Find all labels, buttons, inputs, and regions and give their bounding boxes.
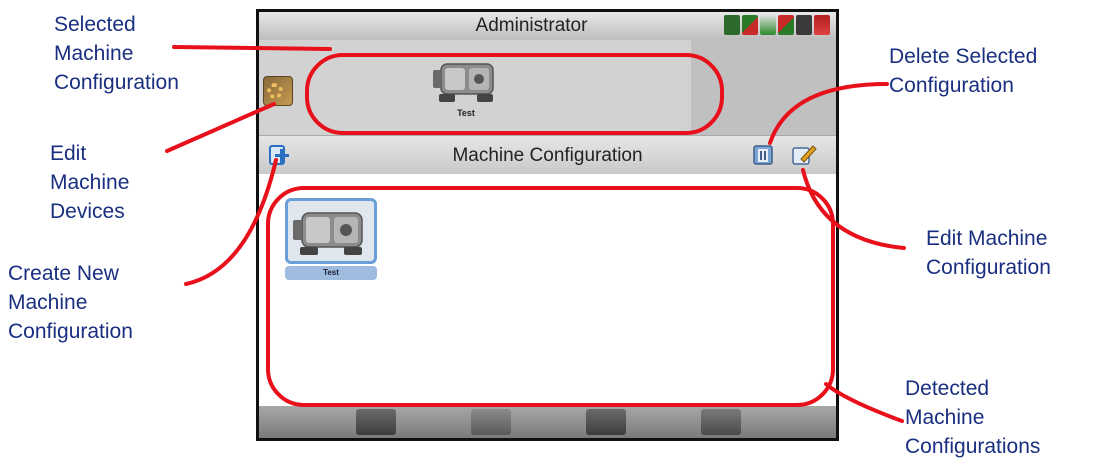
edit-config-button[interactable] (791, 143, 817, 167)
callout-selected-config: Selected Machine Configuration (54, 13, 179, 94)
record-icon (796, 15, 812, 35)
edit-machine-devices-button[interactable] (263, 76, 293, 106)
delete-icon (753, 145, 773, 165)
create-new-config-button[interactable] (267, 143, 291, 167)
callout-delete-selected: Delete Selected Configuration (889, 45, 1038, 97)
config-panel-title: Machine Configuration (452, 145, 643, 166)
ut-icon[interactable] (356, 409, 396, 435)
config-item[interactable]: Test (285, 198, 377, 280)
page-title: Administrator (475, 15, 588, 36)
edit-icon (792, 145, 817, 165)
callout-edit-devices: Edit Machine Devices (50, 142, 130, 223)
selected-machine[interactable]: Test (431, 54, 501, 120)
machine-icon (433, 63, 494, 102)
machine-icon (778, 15, 794, 35)
config-item-tile (285, 198, 377, 264)
callout-detected: Detected Machine Configurations (905, 377, 1041, 458)
signal-icon (742, 15, 758, 35)
delete-config-button[interactable] (751, 143, 775, 167)
selected-panel-blank (691, 40, 836, 135)
camera-icon[interactable] (586, 409, 626, 435)
audio-icon[interactable] (701, 409, 741, 435)
machine-icon (293, 212, 363, 255)
alarm-icon (814, 15, 830, 35)
display-screen: Administrator Test Machine Configuration… (256, 9, 839, 441)
field-icon[interactable] (471, 409, 511, 435)
machine-config-header: Machine Configuration (259, 135, 836, 175)
gear-icon (267, 83, 283, 99)
title-bar: Administrator (259, 12, 836, 40)
selected-machine-label: Test (457, 108, 475, 118)
callout-edit-config: Edit Machine Configuration (926, 227, 1051, 279)
add-icon (269, 145, 289, 165)
bottom-tab-bar (259, 406, 836, 438)
gps-status-icon (724, 15, 740, 35)
callout-create-new: Create New Machine Configuration (8, 262, 133, 343)
config-item-label: Test (285, 266, 377, 280)
detected-configurations-list: Test (259, 174, 836, 406)
guidance-icon (760, 15, 776, 35)
status-icons (724, 15, 830, 37)
selected-machine-panel: Test (259, 40, 836, 135)
